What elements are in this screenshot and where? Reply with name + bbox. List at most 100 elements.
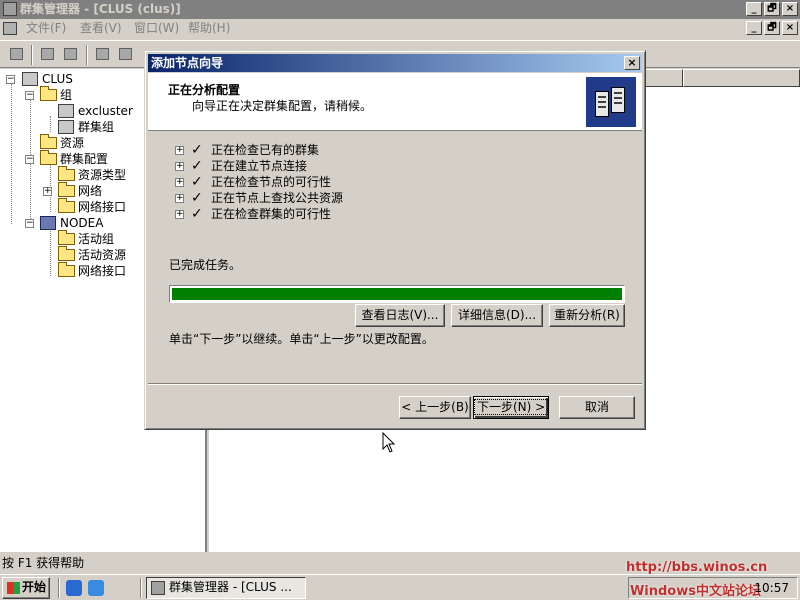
dialog-separator [148,383,642,385]
cluster-admin-icon [3,2,17,16]
tree-line [50,228,51,276]
cluster-servers-icon [586,77,636,127]
folder-icon [58,246,75,261]
wizard-header: 正在分析配置 向导正在决定群集配置，请稍候。 [148,73,642,131]
tree-line [50,116,51,132]
mouse-cursor-icon [382,432,396,453]
tree-label: 网络接口 [78,264,127,278]
reanalyze-button[interactable]: 重新分析(R) [549,304,625,327]
toolbar-take-offline-button[interactable] [60,44,82,65]
wizard-header-title: 正在分析配置 [168,83,241,97]
view-log-button[interactable]: 查看日志(V)... [355,304,445,327]
menu-window[interactable]: 窗口(W) [134,19,179,38]
tree-label: excluster [78,104,133,118]
folder-icon [40,134,57,149]
tree-label: 资源类型 [78,168,127,182]
folder-icon [58,182,75,197]
folder-open-icon [40,150,57,165]
clock[interactable]: 10:57 [754,578,789,598]
step-label: 正在检查节点的可行性 [211,175,332,189]
step-label: 正在检查群集的可行性 [211,207,332,221]
menu-bar: 文件(F) 查看(V) 窗口(W) 帮助(H) _ 🗗 × [0,19,800,38]
toolbar-separator [31,45,33,65]
tree-label: 资源 [60,136,85,150]
dialog-title-bar[interactable]: 添加节点向导 × [148,54,642,72]
start-label: 开始 [22,580,47,594]
toolbar-open-connection-button[interactable] [6,44,28,65]
checkmark-icon: ✓ [191,190,203,206]
watermark-url: http://bbs.winos.cn [626,560,768,575]
details-button[interactable]: 详细信息(D)... [451,304,543,327]
tree-label: NODEA [60,216,104,230]
tree-label: 网络 [78,184,103,198]
checkmark-icon: ✓ [191,206,203,222]
expand-icon[interactable]: + [175,178,184,187]
close-button[interactable]: × [782,2,798,16]
column-header[interactable] [683,69,800,87]
tree-line [11,84,12,224]
main-title-bar[interactable]: 群集管理器 - [CLUS (clus)] _ 🗗 × [0,0,800,19]
expand-icon[interactable]: + [175,210,184,219]
menu-help[interactable]: 帮助(H) [188,19,230,38]
back-button[interactable]: < 上一步(B) [399,396,471,419]
toolbar-properties-button[interactable] [115,44,137,65]
step-label: 正在节点上查找公共资源 [211,191,344,205]
group-icon [58,104,74,118]
main-window-title: 群集管理器 - [CLUS (clus)] [20,2,181,16]
expand-icon[interactable]: + [43,187,52,196]
start-button[interactable]: 开始 [2,577,50,599]
menu-file[interactable]: 文件(F) [26,19,66,38]
collapse-icon[interactable]: − [25,91,34,100]
cancel-button[interactable]: 取消 [559,396,635,419]
tree-label: 网络接口 [78,200,127,214]
connection-icon [10,48,23,60]
cluster-admin-icon [151,581,165,595]
taskbar-separator [140,578,142,598]
tree-label: 组 [60,87,73,103]
progress-fill [172,288,622,300]
menu-view[interactable]: 查看(V) [80,19,122,38]
restore-button[interactable]: 🗗 [764,2,780,16]
outlook-express-icon[interactable] [88,580,104,596]
windows-logo-icon [7,582,20,594]
collapse-icon[interactable]: − [25,219,34,228]
folder-icon [58,230,75,245]
tree-label: 活动资源 [78,248,127,262]
internet-explorer-icon[interactable] [66,580,82,596]
expand-icon[interactable]: + [175,162,184,171]
taskbar-separator [58,578,60,598]
folder-icon [58,198,75,213]
toolbar-bring-online-button[interactable] [37,44,59,65]
folder-icon [58,166,75,181]
taskbar-item-cluster-admin[interactable]: 群集管理器 - [CLUS ... [146,577,306,599]
expand-icon[interactable]: + [175,146,184,155]
toolbar-separator [86,45,88,65]
collapse-icon[interactable]: − [25,155,34,164]
taskbar-item-label: 群集管理器 - [CLUS ... [169,580,292,594]
expand-icon[interactable]: + [175,194,184,203]
toolbar-delete-button[interactable] [92,44,114,65]
checkmark-icon: ✓ [191,142,203,158]
cluster-icon [22,72,38,86]
group-icon [58,120,74,134]
dialog-title: 添加节点向导 [151,56,224,70]
watermark-site-name: Windows中文站论坛 [629,584,761,599]
tree-label: CLUS [42,72,73,86]
minimize-button[interactable]: _ [746,2,762,16]
folder-open-icon [40,86,57,101]
mdi-minimize-button[interactable]: _ [746,21,762,35]
add-node-wizard-dialog: 添加节点向导 × 正在分析配置 向导正在决定群集配置，请稍候。 + ✓ 正在检查… [144,50,646,430]
tree-label: 活动组 [78,232,115,246]
dialog-close-button[interactable]: × [624,56,640,70]
mdi-close-button[interactable]: × [782,21,798,35]
status-text: 按 F1 获得帮助 [2,556,85,570]
properties-icon [119,48,132,60]
folder-icon [58,262,75,277]
server-graphic [611,87,625,113]
offline-icon [64,48,77,60]
next-button[interactable]: 下一步(N) > [473,396,549,419]
server-node-icon [40,216,56,230]
mdi-restore-button[interactable]: 🗗 [764,21,780,35]
collapse-icon[interactable]: − [6,75,15,84]
mdi-system-menu-icon[interactable] [3,22,17,35]
